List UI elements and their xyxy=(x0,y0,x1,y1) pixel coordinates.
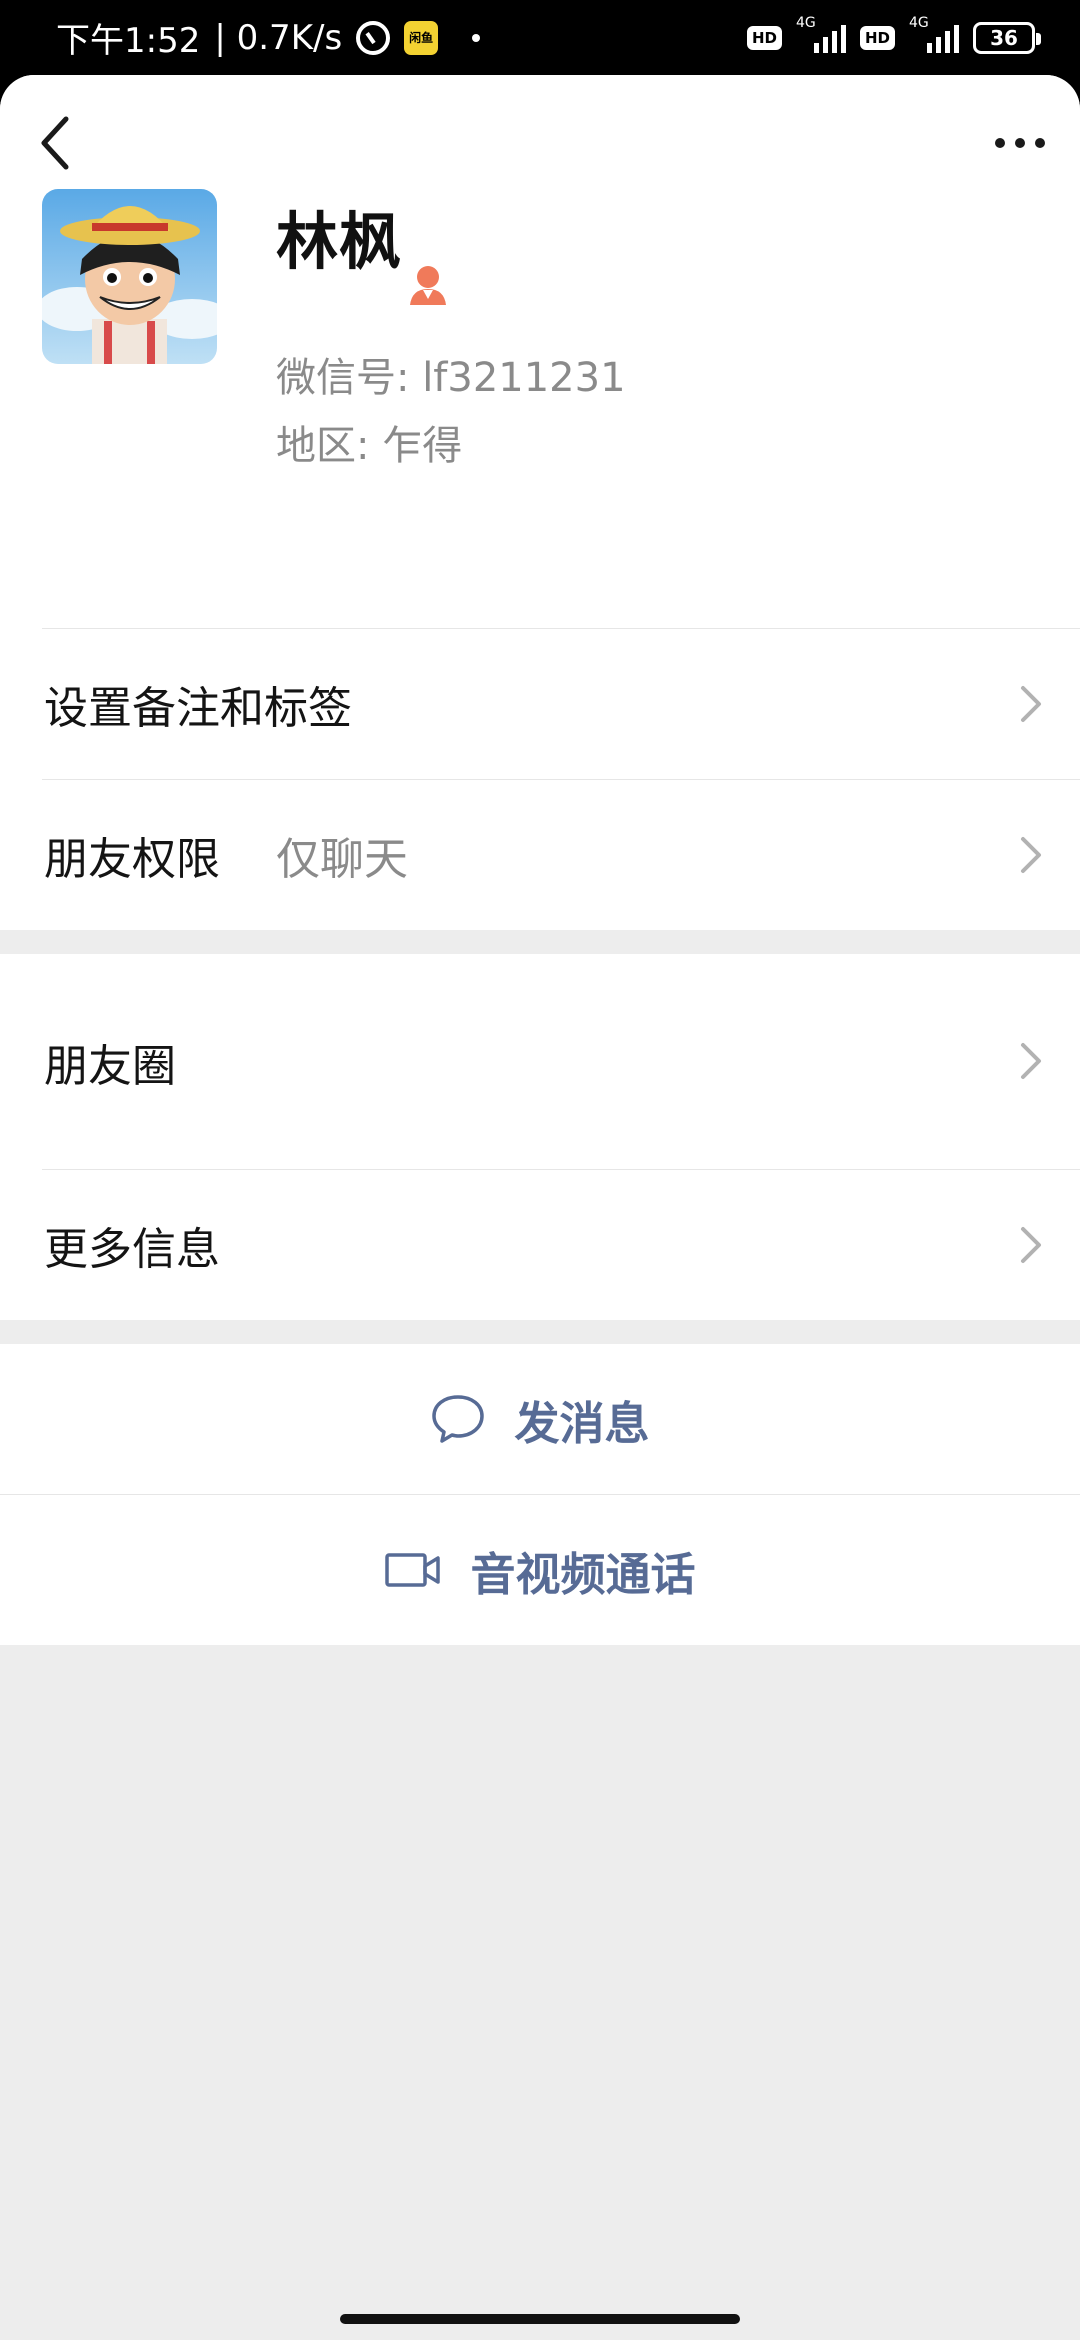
row-value: 仅聊天 xyxy=(276,834,408,885)
profile-card: 林枫 微信号: lf3211231 地区: 乍得 设置备注和标签 朋友权限 仅聊… xyxy=(0,75,1080,930)
wechat-id: 微信号: lf3211231 xyxy=(276,355,626,401)
chevron-right-icon xyxy=(1021,1227,1041,1263)
contact-name: 林枫 xyxy=(276,205,403,278)
status-bar: 下午1:52 | 0.7K/s 闲鱼 HD 4G HD 4G 36 xyxy=(0,0,1080,75)
row-label: 更多信息 xyxy=(44,1224,220,1275)
home-indicator[interactable] xyxy=(340,2314,740,2324)
status-network-speed: | 0.7K/s xyxy=(214,17,343,58)
chevron-right-icon xyxy=(1021,1043,1041,1079)
info-section: 朋友圈 更多信息 xyxy=(0,954,1080,1320)
app-notification-icon: 闲鱼 xyxy=(404,20,439,55)
status-right: HD 4G HD 4G 36 xyxy=(746,15,1041,55)
region: 地区: 乍得 xyxy=(276,423,463,469)
remark-and-tags-row[interactable]: 设置备注和标签 xyxy=(0,629,1080,779)
hd-badge: HD xyxy=(746,25,782,50)
network-type-label: 4G xyxy=(795,14,816,31)
contact-profile-screen: 林枫 微信号: lf3211231 地区: 乍得 设置备注和标签 朋友权限 仅聊… xyxy=(0,75,1080,2340)
row-label: 设置备注和标签 xyxy=(44,683,352,734)
status-left: 下午1:52 | 0.7K/s 闲鱼 xyxy=(56,13,481,62)
send-message-label: 发消息 xyxy=(514,1396,650,1450)
friend-permission-row[interactable]: 朋友权限 仅聊天 xyxy=(0,780,1080,930)
action-section: 发消息 音视频通话 xyxy=(0,1344,1080,1645)
notification-dot-icon xyxy=(472,33,481,42)
chat-bubble-icon xyxy=(432,1395,485,1443)
profile-header: 林枫 微信号: lf3211231 地区: 乍得 xyxy=(0,75,1080,469)
contact-badge-icon xyxy=(410,266,446,305)
chevron-right-icon xyxy=(1021,837,1041,873)
row-label: 朋友圈 xyxy=(44,1040,176,1092)
hd-badge-2: HD xyxy=(859,25,895,50)
section-gap xyxy=(0,1320,1080,1344)
row-label: 朋友权限 xyxy=(44,834,220,885)
send-message-button[interactable]: 发消息 xyxy=(0,1344,1080,1494)
more-info-row[interactable]: 更多信息 xyxy=(0,1170,1080,1320)
video-call-label: 音视频通话 xyxy=(470,1547,696,1601)
moments-row[interactable]: 朋友圈 xyxy=(0,954,1080,1169)
signal-icon: 4G xyxy=(796,15,846,55)
video-call-button[interactable]: 音视频通话 xyxy=(0,1495,1080,1645)
section-gap xyxy=(0,930,1080,954)
chevron-right-icon xyxy=(1021,686,1041,722)
network-type-label-2: 4G xyxy=(909,14,929,31)
status-time: 下午1:52 xyxy=(56,21,201,61)
video-call-icon xyxy=(385,1553,441,1587)
battery-icon: 36 xyxy=(973,21,1041,54)
alarm-icon xyxy=(356,20,391,55)
avatar[interactable] xyxy=(42,189,217,364)
signal-icon-2: 4G xyxy=(909,15,959,55)
